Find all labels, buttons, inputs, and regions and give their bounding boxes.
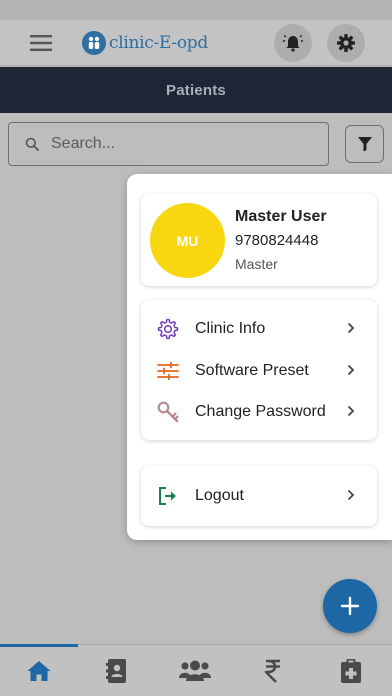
nav-medical-records[interactable] xyxy=(312,645,390,696)
profile-phone: 9780824448 xyxy=(235,232,319,249)
menu-item-label: Clinic Info xyxy=(195,320,266,337)
add-patient-button[interactable] xyxy=(323,579,377,633)
notifications-button[interactable] xyxy=(274,24,312,62)
nav-contacts[interactable] xyxy=(78,645,156,696)
logout-label: Logout xyxy=(195,487,244,504)
nav-home[interactable] xyxy=(0,645,78,696)
contacts-icon xyxy=(106,659,126,683)
medical-file-icon xyxy=(341,659,361,683)
bottom-navigation xyxy=(0,644,392,696)
home-icon xyxy=(27,661,51,681)
avatar: MU xyxy=(150,203,225,278)
page-title-bar: Patients xyxy=(0,67,392,113)
logo-icon xyxy=(82,31,106,55)
status-bar xyxy=(0,0,392,20)
chevron-right-icon xyxy=(347,364,355,376)
sliders-icon xyxy=(156,359,180,383)
app-bar: clinic-E-opd xyxy=(0,20,392,66)
profile-card: MU Master User 9780824448 Master xyxy=(141,194,377,286)
chevron-right-icon xyxy=(347,489,355,501)
search-icon xyxy=(25,137,39,151)
menu-item-software-preset[interactable]: Software Preset xyxy=(141,351,377,391)
menu-item-change-password[interactable]: Change Password xyxy=(141,392,377,432)
chevron-right-icon xyxy=(347,322,355,334)
logo-text: clinic-E-opd xyxy=(109,33,208,53)
search-input[interactable] xyxy=(51,135,291,153)
settings-menu-card: Clinic Info Software Preset Change Passw… xyxy=(141,300,377,440)
nav-users[interactable] xyxy=(156,645,234,696)
key-icon xyxy=(156,400,180,424)
filter-icon xyxy=(357,137,372,152)
logout-button[interactable]: Logout xyxy=(141,476,377,516)
menu-item-clinic-info[interactable]: Clinic Info xyxy=(141,309,377,349)
filter-button[interactable] xyxy=(345,125,384,163)
search-box[interactable] xyxy=(8,122,329,166)
profile-menu-popup: MU Master User 9780824448 Master Clinic … xyxy=(127,174,392,540)
profile-role: Master xyxy=(235,256,278,272)
nav-billing[interactable] xyxy=(234,645,312,696)
menu-item-label: Change Password xyxy=(195,403,326,420)
logout-icon xyxy=(156,484,180,508)
app-logo: clinic-E-opd xyxy=(82,29,208,57)
settings-button[interactable] xyxy=(327,24,365,62)
hamburger-icon xyxy=(30,35,52,51)
plus-icon xyxy=(340,596,360,616)
logout-card: Logout xyxy=(141,466,377,526)
gear-outline-icon xyxy=(156,317,180,341)
menu-button[interactable] xyxy=(26,30,56,56)
alarm-bell-icon xyxy=(283,34,303,52)
profile-name: Master User xyxy=(235,208,327,225)
page-title: Patients xyxy=(166,81,226,99)
gear-icon xyxy=(337,34,355,52)
menu-item-label: Software Preset xyxy=(195,362,309,379)
users-icon xyxy=(179,660,211,681)
rupee-icon xyxy=(264,659,280,683)
chevron-right-icon xyxy=(347,405,355,417)
